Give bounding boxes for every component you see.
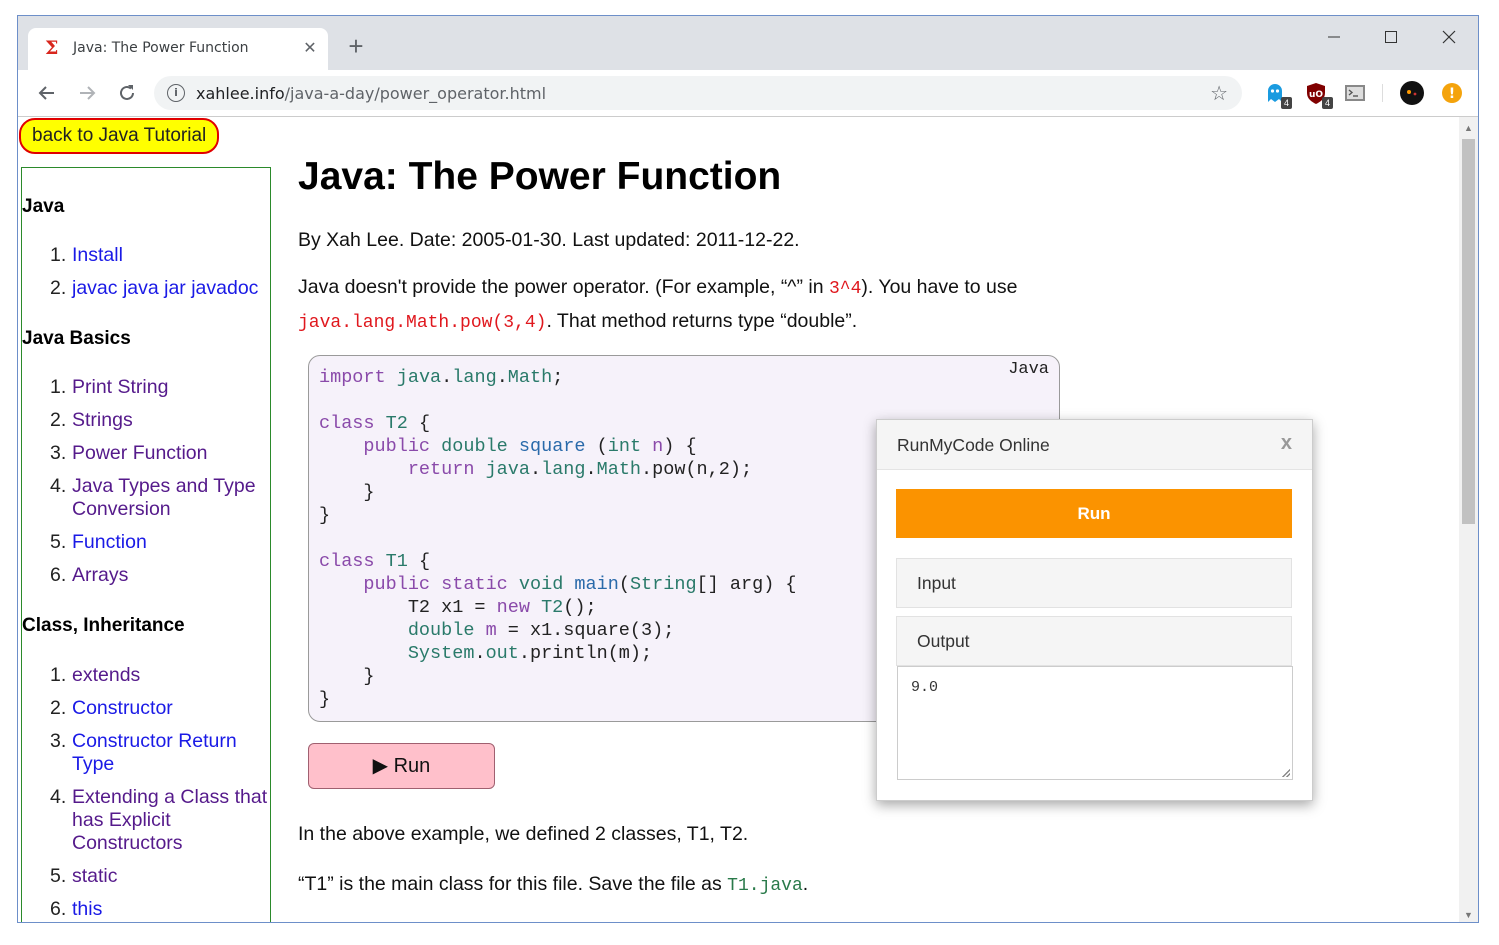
input-panel-header[interactable]: Input: [896, 558, 1292, 608]
sidebar-item-install[interactable]: 1. Install: [50, 244, 268, 267]
update-alert-icon[interactable]: !: [1439, 80, 1465, 106]
code-line: import java.lang.Math;: [319, 367, 564, 388]
inline-code: T1.java: [727, 876, 803, 896]
url-host: xahlee.info: [196, 84, 285, 103]
sidebar-heading-class-inheritance: Class, Inheritance: [22, 615, 185, 636]
save-file-paragraph: “T1” is the main class for this file. Sa…: [298, 873, 809, 896]
maximize-button[interactable]: [1368, 24, 1414, 50]
sidebar-item-constructor-return-type[interactable]: 3. Constructor Return Type: [50, 730, 268, 776]
output-label: Output: [917, 631, 970, 651]
extension-badge: 4: [1280, 97, 1292, 109]
scroll-up-icon[interactable]: ▲: [1464, 123, 1473, 133]
code-line: class T1 {: [319, 551, 431, 572]
sidebar-item-power-function[interactable]: 3. Power Function: [50, 442, 268, 465]
code-line: class T2 {: [319, 413, 431, 434]
output-value: 9.0: [911, 679, 939, 696]
byline: By Xah Lee. Date: 2005-01-30. Last updat…: [298, 229, 800, 251]
minimize-button[interactable]: [1311, 24, 1357, 50]
scroll-down-icon[interactable]: ▼: [1464, 910, 1473, 920]
tab-title: Java: The Power Function: [73, 40, 249, 56]
code-line: public double square (int n) {: [363, 436, 697, 457]
sigma-favicon-icon: Σ: [45, 37, 59, 59]
new-tab-button[interactable]: +: [344, 33, 368, 59]
ublock-extension-icon[interactable]: uO 4: [1303, 80, 1333, 109]
sidebar-item-this[interactable]: 6. this: [50, 898, 268, 921]
intro-paragraph: Java doesn't provide the power operator.…: [298, 276, 1018, 333]
reload-icon: [120, 85, 134, 100]
back-button[interactable]: [34, 80, 60, 106]
runmycode-popup: RunMyCode Online x Run Input Output 9.0: [876, 419, 1313, 801]
vertical-scrollbar[interactable]: ▲ ▼: [1459, 117, 1478, 922]
sidebar-item-strings[interactable]: 2. Strings: [50, 409, 268, 432]
output-panel-header[interactable]: Output: [896, 616, 1292, 666]
inline-code: java.lang.Math.pow(3,4): [298, 313, 547, 333]
code-line: System.out.println(m);: [407, 643, 653, 664]
input-label: Input: [917, 573, 956, 593]
sidebar-item-javac[interactable]: 2. javac java jar javadoc: [50, 277, 268, 300]
code-line: public static void main(String[] arg) {: [363, 574, 797, 595]
arrow-right-icon: [80, 86, 96, 100]
arrow-left-icon: [38, 86, 54, 100]
forward-button[interactable]: [74, 80, 100, 106]
minimize-icon: [1328, 36, 1340, 38]
tab-close-icon[interactable]: ✕: [300, 39, 320, 59]
run-code-button[interactable]: ▶ Run: [308, 743, 495, 789]
popup-title: RunMyCode Online: [897, 435, 1050, 455]
code-line: }: [319, 689, 331, 710]
output-textarea[interactable]: 9.0: [897, 666, 1293, 780]
explanation-paragraph: In the above example, we defined 2 class…: [298, 823, 749, 845]
sidebar-item-print-string[interactable]: 1. Print String: [50, 376, 268, 399]
sidebar-item-arrays[interactable]: 6. Arrays: [50, 564, 268, 587]
maximize-icon: [1385, 31, 1397, 43]
close-icon: [1442, 30, 1456, 44]
info-icon[interactable]: i: [167, 84, 185, 102]
sidebar-item-extending-class[interactable]: 4. Extending a Class that has Explicit Co…: [50, 786, 268, 855]
code-line: T2 x1 = new T2();: [319, 597, 597, 618]
scroll-thumb[interactable]: [1462, 139, 1475, 524]
sidebar-item-constructor[interactable]: 2. Constructor: [50, 697, 268, 720]
code-line: }: [319, 505, 331, 526]
extension-badge: 4: [1321, 97, 1333, 109]
sidebar-heading-java: Java: [22, 196, 65, 217]
profile-avatar-icon[interactable]: [1399, 80, 1425, 106]
sidebar-heading-java-basics: Java Basics: [22, 328, 131, 349]
sidebar-item-static[interactable]: 5. static: [50, 865, 268, 888]
sidebar-item-java-types[interactable]: 4. Java Types and Type Conversion: [50, 475, 268, 521]
svg-text:!: !: [1449, 86, 1455, 102]
tab-strip: Σ Java: The Power Function ✕ +: [18, 16, 1478, 70]
code-line: }: [319, 666, 375, 687]
popup-run-button[interactable]: Run: [896, 489, 1292, 538]
url-path: /java-a-day/power_operator.html: [284, 84, 547, 103]
bookmark-star-icon[interactable]: ☆: [1210, 81, 1228, 106]
browser-window: Σ Java: The Power Function ✕ + i xahlee.…: [17, 15, 1479, 923]
browser-tab[interactable]: Σ Java: The Power Function ✕: [28, 28, 328, 70]
page-viewport: back to Java Tutorial Java 1. Install 2. j…: [18, 117, 1459, 922]
toolbar-separator: [1382, 84, 1383, 102]
sidebar-item-function[interactable]: 5. Function: [50, 531, 268, 554]
sidebar-item-extends[interactable]: 1. extends: [50, 664, 268, 687]
reload-button[interactable]: [114, 80, 140, 106]
address-bar[interactable]: i xahlee.info/java-a-day/power_operator.…: [154, 76, 1242, 110]
url-text[interactable]: xahlee.info/java-a-day/power_operator.ht…: [196, 84, 546, 103]
popup-header: RunMyCode Online x: [877, 420, 1312, 470]
code-language-label: Java: [1008, 360, 1049, 379]
browser-toolbar: i xahlee.info/java-a-day/power_operator.…: [18, 70, 1478, 117]
sidebar-toc: Java 1. Install 2. javac java jar javadoc …: [21, 167, 271, 922]
terminal-extension-icon[interactable]: [1342, 80, 1368, 106]
ghost-extension-icon[interactable]: 4: [1262, 80, 1292, 109]
code-line: }: [319, 482, 375, 503]
popup-close-button[interactable]: x: [1281, 432, 1292, 455]
resize-grip-icon[interactable]: [1282, 769, 1290, 777]
back-to-tutorial-link[interactable]: back to Java Tutorial: [19, 118, 220, 154]
inline-code: 3^4: [828, 279, 862, 299]
page-title: Java: The Power Function: [298, 155, 782, 198]
window-close-button[interactable]: [1426, 24, 1472, 50]
code-line: double m = x1.square(3);: [407, 620, 675, 641]
code-line: return java.lang.Math.pow(n,2);: [407, 459, 753, 480]
